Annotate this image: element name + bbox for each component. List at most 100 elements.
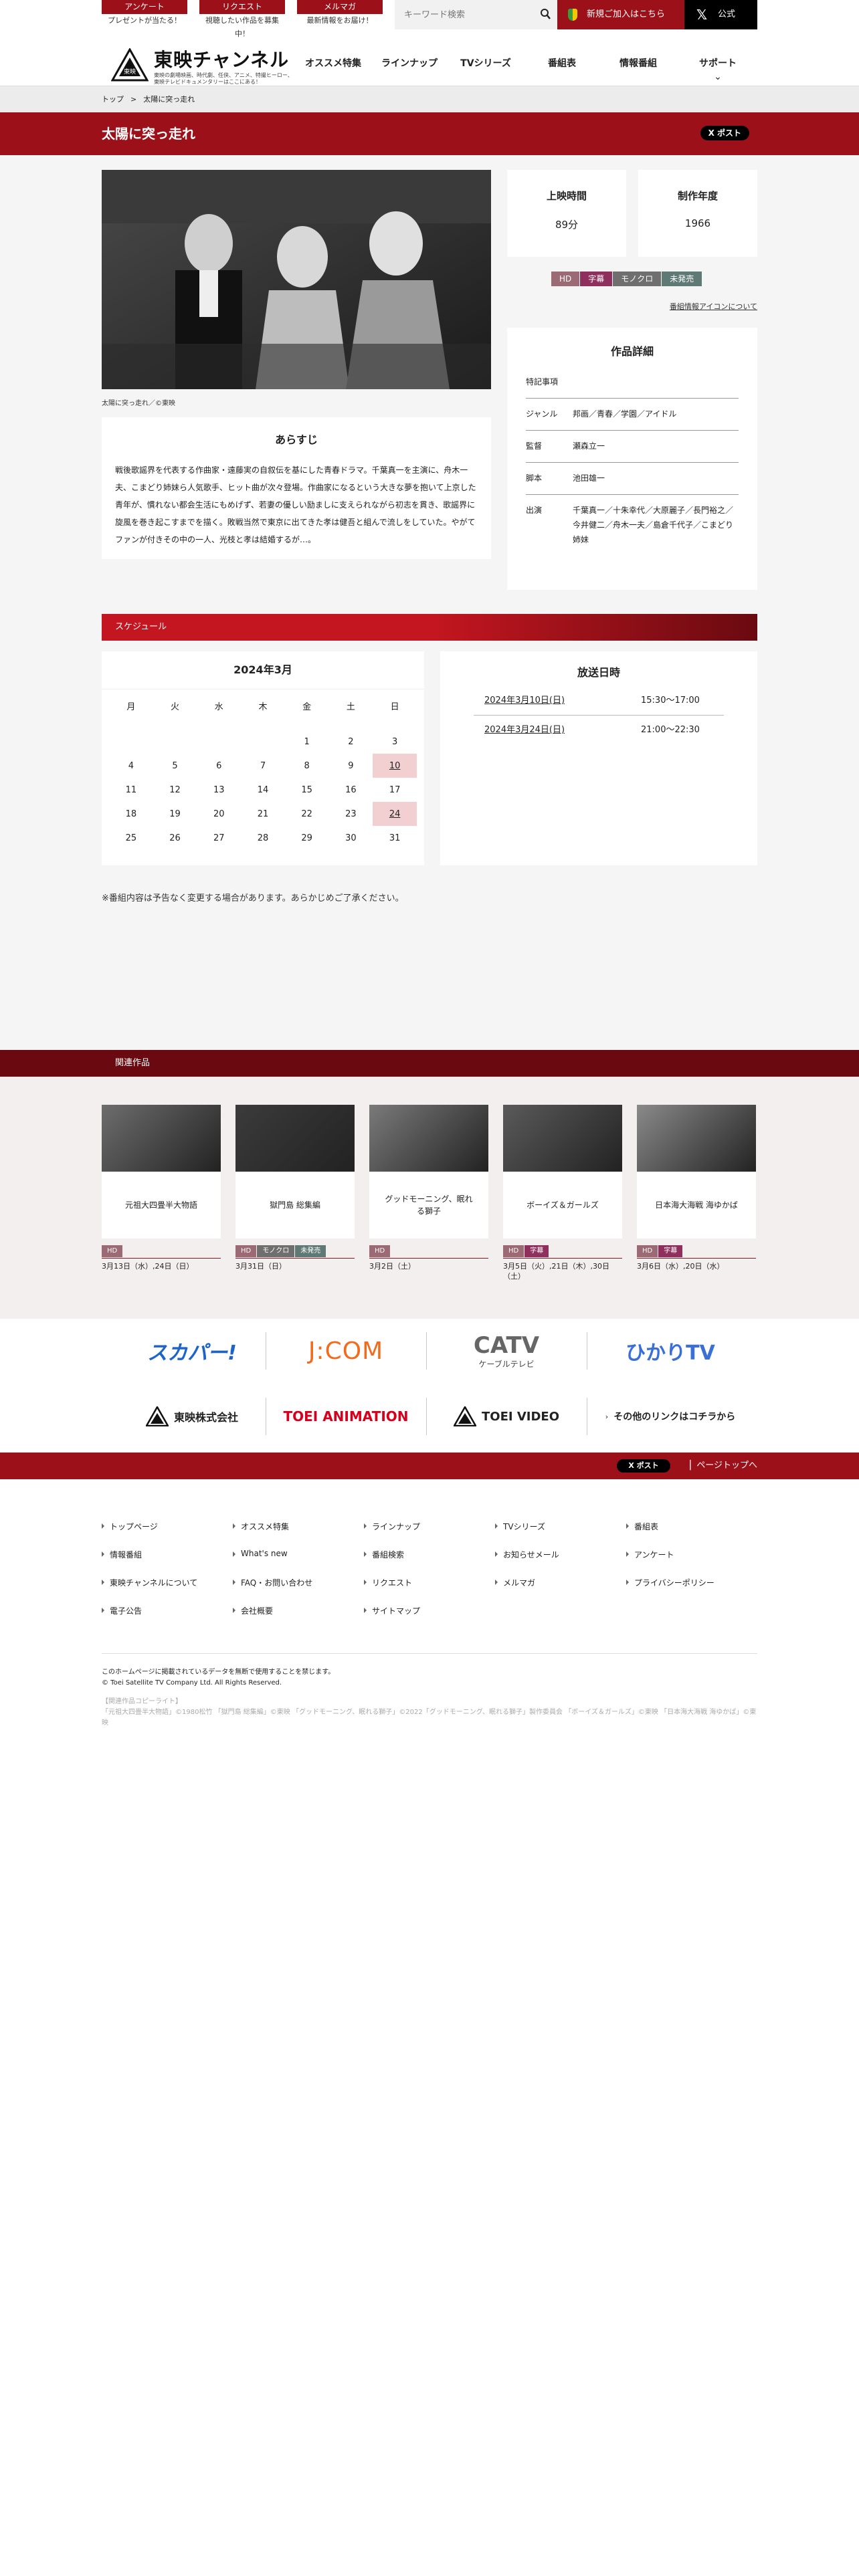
join-button[interactable]: 新規ご加入はこちら (557, 0, 684, 29)
related-card[interactable]: グッドモーニング、眠れる獅子 HD 3月2日（土） (369, 1105, 488, 1271)
x-post-button[interactable]: X ポスト (700, 126, 749, 140)
related-title: 獄門島 総集編 (235, 1172, 355, 1239)
search-input[interactable] (395, 0, 529, 29)
calendar-day: 25 (125, 833, 137, 843)
footer-link[interactable]: TVシリーズ (495, 1521, 545, 1532)
related-badge: HD (637, 1245, 658, 1257)
related-header: 関連作品 (0, 1050, 859, 1077)
other-links[interactable]: › その他のリンクはコチラから (590, 1394, 751, 1439)
toei-logo-icon (145, 1406, 169, 1426)
toei-company-link[interactable]: 東映株式会社 (128, 1394, 256, 1439)
footer-link[interactable]: FAQ・お問い合わせ (233, 1577, 312, 1588)
beginner-mark-icon (568, 9, 577, 21)
logo-name: 東映チャンネル (154, 49, 290, 71)
divider (426, 1398, 427, 1435)
related-thumbnail (369, 1105, 488, 1172)
other-links-label: その他のリンクはコチラから (613, 1412, 736, 1422)
related-card[interactable]: ボーイズ＆ガールズ HD 字幕 3月5日（火）,21日（木）,30日（土） (503, 1105, 622, 1281)
page-top-link[interactable]: ▏ページトップへ (690, 1453, 757, 1479)
topbar-survey[interactable]: アンケート プレゼントが当たる！ (102, 0, 187, 29)
air-time: 15:30〜17:00 (641, 695, 700, 706)
calendar-month: 2024年3月 (102, 651, 424, 689)
image-caption: 太陽に突っ走れ／©東映 (102, 400, 175, 407)
runtime-box: 上映時間 89分 (507, 170, 626, 257)
calendar-week: 18 19 20 21 22 23 24 (109, 802, 417, 826)
nav-info-programs[interactable]: 情報番組 (602, 55, 674, 86)
footer-link[interactable]: アンケート (626, 1549, 674, 1560)
related-card[interactable]: 獄門島 総集編 HD モノクロ 未発売 3月31日（日） (235, 1105, 355, 1271)
calendar-week: 11 12 13 14 15 16 17 (109, 778, 417, 802)
related-title: グッドモーニング、眠れる獅子 (369, 1172, 488, 1239)
related-card[interactable]: 日本海大海戦 海ゆかば HD 字幕 3月6日（水）,20日（水） (637, 1105, 756, 1271)
footer-link[interactable]: メルマガ (495, 1577, 535, 1588)
footer: トップページ オススメ特集 ラインナップ TVシリーズ 番組表情報番組 What's ne… (0, 1479, 859, 1653)
air-date-link[interactable]: 2024年3月24日(日) (484, 716, 565, 745)
related-badges: HD (102, 1245, 221, 1259)
topbar-mailmag[interactable]: メルマガ 最新情報をお届け！ (297, 0, 383, 29)
calendar-day[interactable]: 10 (373, 754, 417, 778)
air-date-link[interactable]: 2024年3月10日(日) (484, 686, 565, 716)
footer-link[interactable]: 情報番組 (102, 1549, 142, 1560)
footer-link[interactable]: プライバシーポリシー (626, 1577, 714, 1588)
detail-panel: 作品詳細 特記事項 ジャンル 邦画／青春／学園／アイドル 監督 瀬森立一 脚本 池田雄… (507, 328, 757, 590)
x-post-button-footer[interactable]: X ポスト (617, 1459, 670, 1473)
calendar-day: 5 (172, 760, 178, 771)
toei-video-link[interactable]: TOEI VIDEO (430, 1394, 583, 1439)
related-date: 3月2日（土） (369, 1262, 415, 1271)
nav-lineup[interactable]: ラインナップ (373, 55, 446, 86)
detail-value: 邦画／青春／学園／アイドル (573, 409, 677, 419)
schedule-header: スケジュール (102, 614, 757, 641)
calendar-day[interactable]: 24 (373, 802, 417, 826)
nav-recommend[interactable]: オススメ特集 (297, 55, 369, 86)
breadcrumb-home[interactable]: トップ (102, 95, 124, 104)
detail-row-notes: 特記事項 (526, 366, 739, 399)
hikari-tv-link[interactable]: ひかりTV (590, 1328, 751, 1374)
footer-bottom: このホームページに掲載されているデータを無断で使用することを禁じます。 © To… (102, 1653, 757, 1733)
footer-link[interactable]: サイトマップ (364, 1605, 420, 1616)
footer-link[interactable]: 番組表 (626, 1521, 658, 1532)
copyright-line2: © Toei Satellite TV Company Ltd. All Rig… (102, 1679, 282, 1687)
nav-schedule[interactable]: 番組表 (526, 55, 598, 86)
icon-info-link[interactable]: 番組情報アイコンについて (670, 301, 757, 312)
toei-animation-link[interactable]: TOEI ANIMATION (269, 1394, 423, 1439)
topbar-mailmag-label: メルマガ (297, 0, 383, 14)
jcom-link[interactable]: J:COM (269, 1328, 423, 1374)
footer-link[interactable]: 会社概要 (233, 1605, 273, 1616)
footer-link[interactable]: リクエスト (364, 1577, 412, 1588)
credits-text: 「元祖大四畳半大物語」©1980松竹 「獄門島 総集編」©東映 「グッドモーニン… (102, 1709, 757, 1727)
footer-link[interactable]: オススメ特集 (233, 1521, 289, 1532)
svg-text:東映: 東映 (124, 68, 136, 76)
calendar-day: 18 (125, 809, 137, 819)
nav-support[interactable]: サポート ⌄ (678, 55, 757, 86)
catv-link[interactable]: CATV ケーブルテレビ (430, 1328, 583, 1374)
footer-link[interactable]: ラインナップ (364, 1521, 420, 1532)
official-x-button[interactable]: 𝕏 公式 (684, 0, 757, 29)
related-date: 3月13日（水）,24日（日） (102, 1262, 194, 1271)
related-badges: HD モノクロ 未発売 (235, 1245, 355, 1259)
detail-key: 監督 (526, 441, 543, 451)
skyperfect-link[interactable]: スカパー! (128, 1328, 256, 1374)
footer-link[interactable]: トップページ (102, 1521, 158, 1532)
topbar-request-label: リクエスト (199, 0, 285, 14)
detail-value: 瀬森立一 (573, 441, 605, 451)
search-icon[interactable] (540, 8, 551, 20)
chevron-down-icon: ⌄ (714, 72, 722, 82)
runtime-value: 89分 (555, 219, 579, 231)
synopsis-text: 戦後歌謡界を代表する作曲家・遠藤実の自叙伝を基にした青春ドラマ。千葉真一を主演に… (115, 465, 476, 544)
badge-subtitle: 字幕 (580, 272, 613, 286)
calendar-day: 4 (128, 760, 134, 771)
chevron-up-icon: ▏ (690, 1461, 697, 1471)
footer-link[interactable]: 番組検索 (364, 1549, 404, 1560)
footer-link[interactable]: What's new (233, 1549, 288, 1558)
footer-link[interactable]: お知らせメール (495, 1549, 559, 1560)
calendar-day: 13 (213, 784, 225, 795)
weekday: 日 (390, 702, 399, 712)
calendar-day: 12 (169, 784, 181, 795)
detail-key: ジャンル (526, 409, 558, 419)
site-logo[interactable]: 東映 東映チャンネル 東映の劇場映画、時代劇、任侠、アニメ、特撮ヒーロー、東映テ… (111, 45, 293, 85)
topbar-request[interactable]: リクエスト 視聴したい作品を募集中！ (199, 0, 285, 38)
related-card[interactable]: 元祖大四畳半大物語 HD 3月13日（水）,24日（日） (102, 1105, 221, 1271)
footer-link[interactable]: 東映チャンネルについて (102, 1577, 197, 1588)
footer-link[interactable]: 電子公告 (102, 1605, 142, 1616)
nav-tv-series[interactable]: TVシリーズ (450, 55, 522, 86)
